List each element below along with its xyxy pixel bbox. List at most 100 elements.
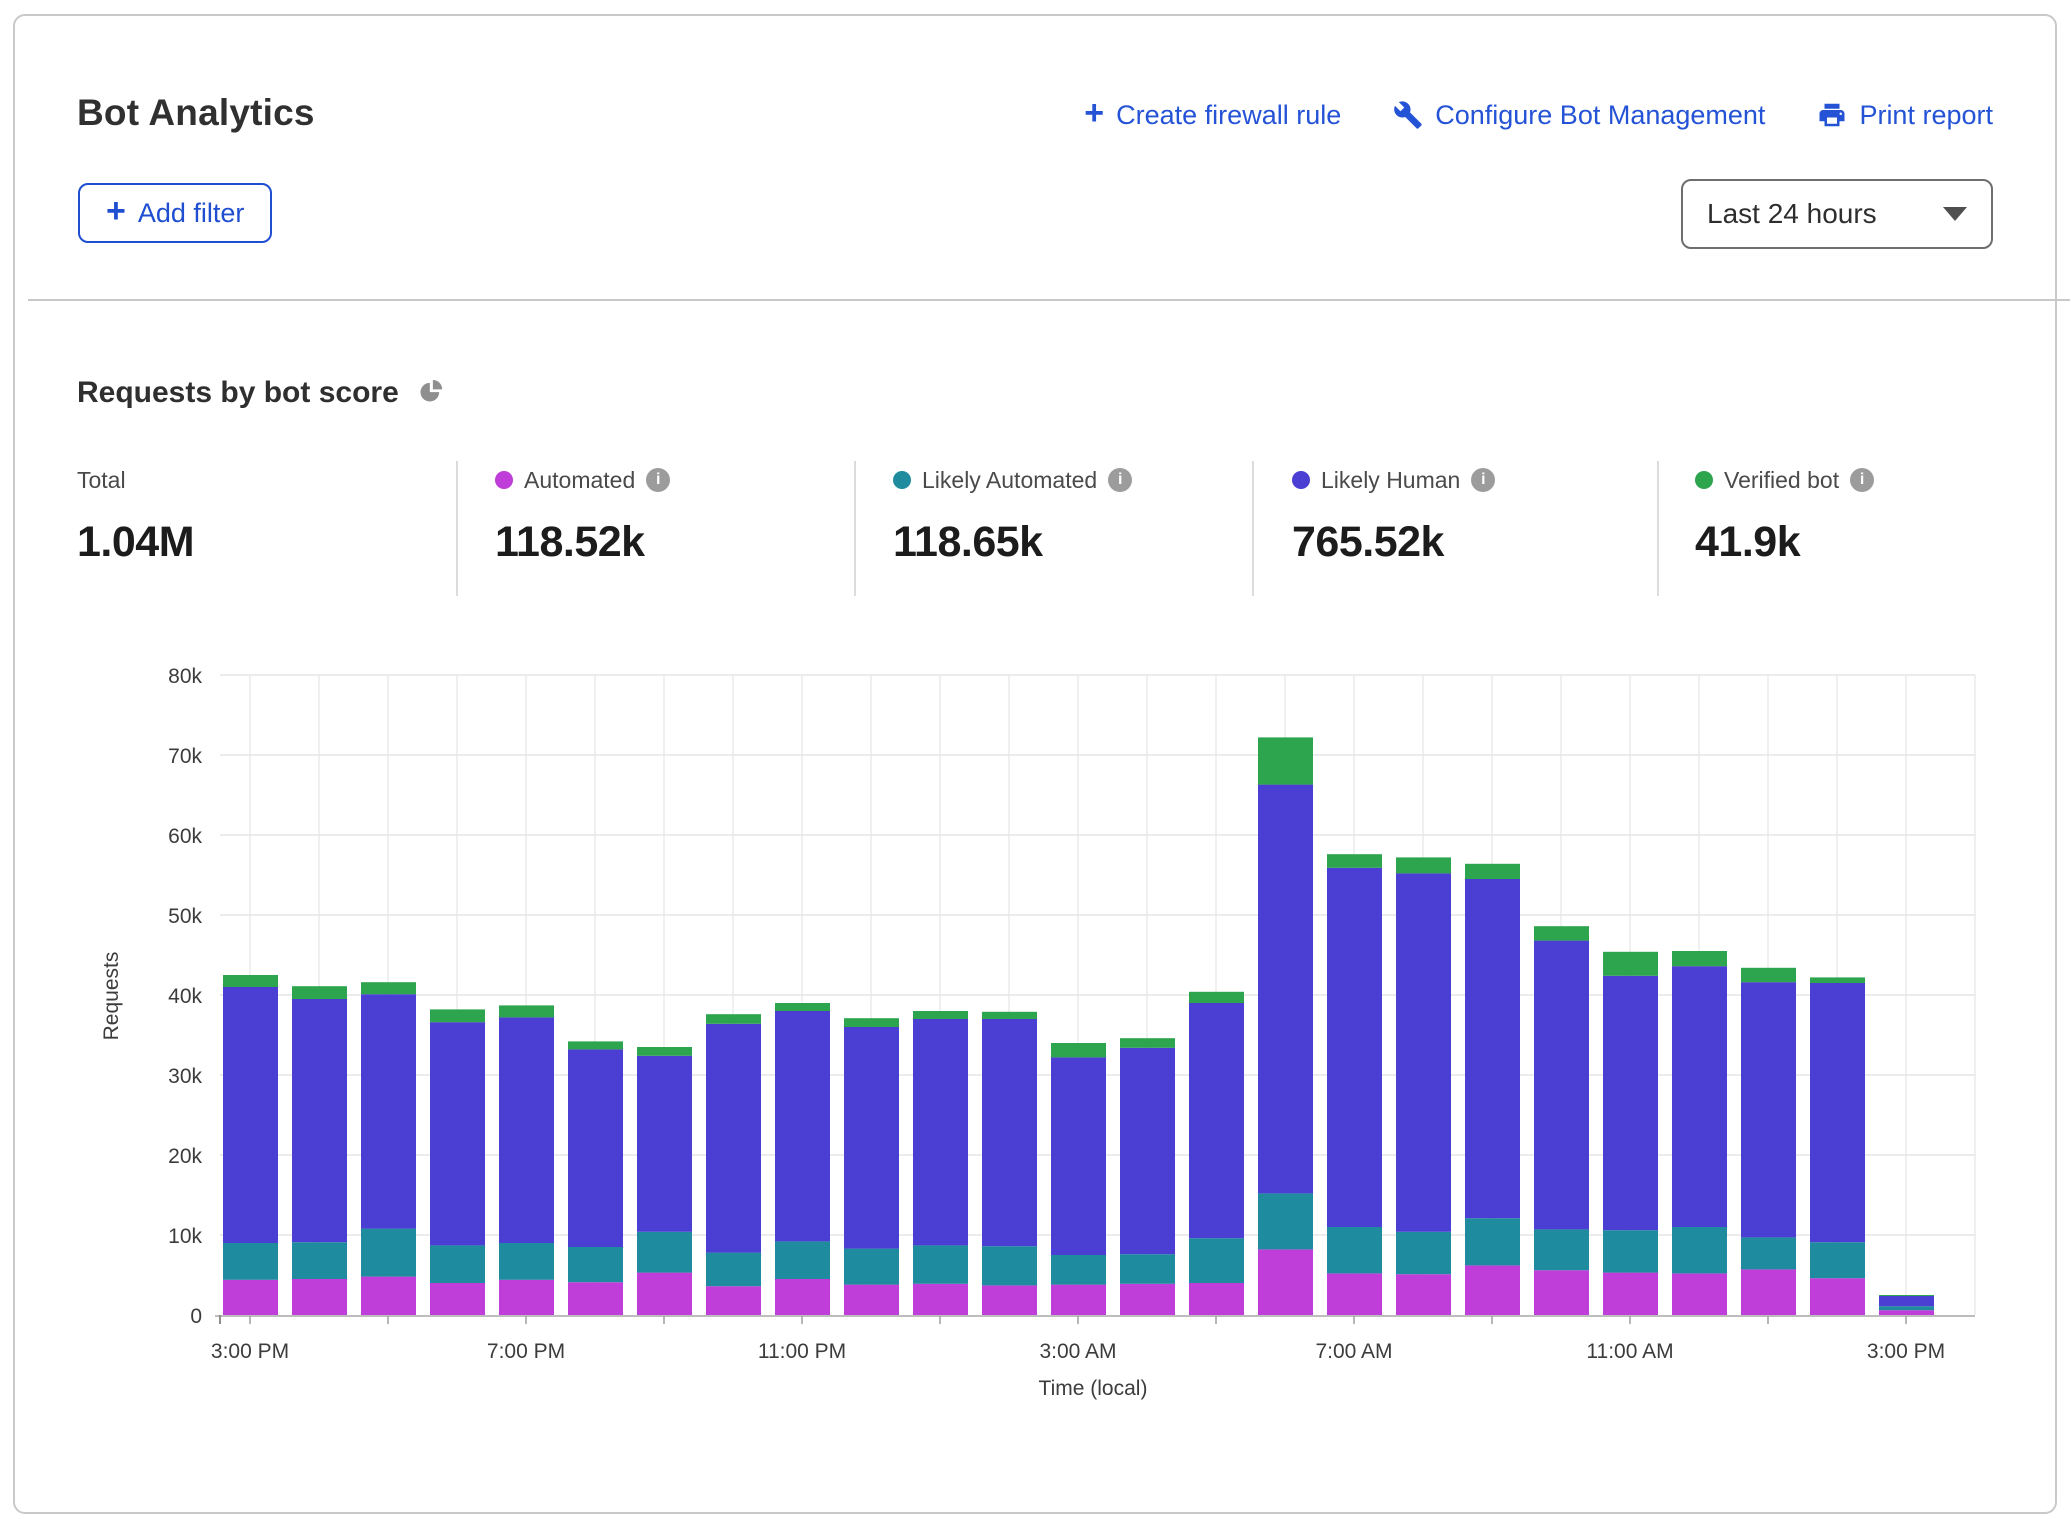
bar-segment[interactable] <box>1258 1249 1313 1315</box>
bar-segment[interactable] <box>844 1249 899 1285</box>
bar-segment[interactable] <box>292 1242 347 1279</box>
bar-segment[interactable] <box>292 986 347 999</box>
bar-segment[interactable] <box>499 1005 554 1017</box>
bar-segment[interactable] <box>1603 952 1658 976</box>
print-report-link[interactable]: Print report <box>1817 100 1993 131</box>
bar-segment[interactable] <box>1603 1273 1658 1315</box>
bar-segment[interactable] <box>1396 873 1451 1231</box>
bar-segment[interactable] <box>637 1232 692 1273</box>
bar-segment[interactable] <box>1258 1193 1313 1249</box>
bar-segment[interactable] <box>1741 982 1796 1237</box>
bar-segment[interactable] <box>775 1279 830 1315</box>
bar-segment[interactable] <box>1810 1242 1865 1278</box>
bar-segment[interactable] <box>1534 1270 1589 1315</box>
bar-segment[interactable] <box>1396 1274 1451 1315</box>
bar-segment[interactable] <box>1051 1285 1106 1315</box>
bar-segment[interactable] <box>1258 785 1313 1194</box>
time-range-select[interactable]: Last 24 hours <box>1681 179 1993 249</box>
bar-segment[interactable] <box>1741 1237 1796 1269</box>
bar-segment[interactable] <box>844 1285 899 1315</box>
bar-segment[interactable] <box>1051 1057 1106 1255</box>
bar-segment[interactable] <box>1396 857 1451 873</box>
bar-segment[interactable] <box>637 1047 692 1056</box>
bar-segment[interactable] <box>1672 1227 1727 1273</box>
bar-segment[interactable] <box>292 1279 347 1315</box>
bar-segment[interactable] <box>982 1285 1037 1315</box>
bar-segment[interactable] <box>1120 1038 1175 1048</box>
bar-segment[interactable] <box>1879 1306 1934 1310</box>
bar-segment[interactable] <box>223 987 278 1243</box>
create-firewall-rule-link[interactable]: + Create firewall rule <box>1084 98 1341 132</box>
bar-segment[interactable] <box>1120 1048 1175 1254</box>
bar-segment[interactable] <box>361 1229 416 1277</box>
bar-segment[interactable] <box>1879 1296 1934 1306</box>
bar-segment[interactable] <box>223 975 278 987</box>
bar-segment[interactable] <box>1741 1269 1796 1315</box>
bar-segment[interactable] <box>1189 1283 1244 1315</box>
bar-segment[interactable] <box>1810 1278 1865 1315</box>
bar-segment[interactable] <box>706 1286 761 1315</box>
bar-segment[interactable] <box>775 1011 830 1241</box>
bar-segment[interactable] <box>499 1243 554 1280</box>
bar-segment[interactable] <box>1189 1003 1244 1238</box>
bar-segment[interactable] <box>1810 983 1865 1242</box>
bar-segment[interactable] <box>1672 951 1727 966</box>
bar-segment[interactable] <box>1396 1232 1451 1274</box>
bar-segment[interactable] <box>1879 1310 1934 1315</box>
bar-segment[interactable] <box>1741 968 1796 982</box>
bar-segment[interactable] <box>430 1009 485 1022</box>
bar-segment[interactable] <box>1120 1284 1175 1315</box>
bar-segment[interactable] <box>775 1241 830 1279</box>
bar-segment[interactable] <box>499 1017 554 1243</box>
bar-segment[interactable] <box>430 1283 485 1315</box>
bar-segment[interactable] <box>430 1245 485 1283</box>
bar-segment[interactable] <box>223 1280 278 1315</box>
bar-segment[interactable] <box>1672 966 1727 1227</box>
bar-segment[interactable] <box>982 1019 1037 1246</box>
configure-bot-management-link[interactable]: Configure Bot Management <box>1393 100 1765 131</box>
bar-segment[interactable] <box>1189 992 1244 1003</box>
bar-segment[interactable] <box>637 1273 692 1315</box>
bar-segment[interactable] <box>913 1019 968 1245</box>
bar-segment[interactable] <box>1603 976 1658 1230</box>
bar-segment[interactable] <box>1120 1254 1175 1284</box>
bar-segment[interactable] <box>982 1012 1037 1019</box>
bar-segment[interactable] <box>1327 1227 1382 1273</box>
info-icon[interactable]: i <box>1471 468 1495 492</box>
bar-segment[interactable] <box>1810 977 1865 983</box>
bar-segment[interactable] <box>913 1245 968 1283</box>
bar-segment[interactable] <box>637 1056 692 1232</box>
info-icon[interactable]: i <box>1850 468 1874 492</box>
bar-segment[interactable] <box>982 1246 1037 1285</box>
bar-segment[interactable] <box>1258 737 1313 784</box>
bar-segment[interactable] <box>1534 941 1589 1230</box>
bar-segment[interactable] <box>1327 1273 1382 1315</box>
bar-segment[interactable] <box>568 1049 623 1247</box>
bar-segment[interactable] <box>1465 879 1520 1218</box>
bar-segment[interactable] <box>430 1022 485 1245</box>
bar-segment[interactable] <box>361 994 416 1228</box>
bar-segment[interactable] <box>1465 864 1520 879</box>
bar-segment[interactable] <box>844 1027 899 1249</box>
bar-segment[interactable] <box>1327 868 1382 1227</box>
bar-segment[interactable] <box>1879 1295 1934 1296</box>
bar-segment[interactable] <box>706 1024 761 1253</box>
bar-segment[interactable] <box>292 999 347 1242</box>
bar-segment[interactable] <box>1189 1238 1244 1283</box>
add-filter-button[interactable]: + Add filter <box>78 183 272 243</box>
bar-segment[interactable] <box>1465 1265 1520 1315</box>
bar-segment[interactable] <box>568 1282 623 1315</box>
bar-segment[interactable] <box>568 1247 623 1282</box>
info-icon[interactable]: i <box>646 468 670 492</box>
bar-segment[interactable] <box>913 1011 968 1019</box>
bar-segment[interactable] <box>1534 926 1589 940</box>
bar-segment[interactable] <box>844 1018 899 1027</box>
bar-segment[interactable] <box>706 1014 761 1024</box>
bar-segment[interactable] <box>361 982 416 994</box>
bar-segment[interactable] <box>913 1284 968 1315</box>
bar-segment[interactable] <box>1603 1230 1658 1272</box>
bar-segment[interactable] <box>1465 1218 1520 1265</box>
bar-segment[interactable] <box>568 1041 623 1049</box>
bar-segment[interactable] <box>361 1277 416 1315</box>
bar-segment[interactable] <box>1051 1043 1106 1057</box>
